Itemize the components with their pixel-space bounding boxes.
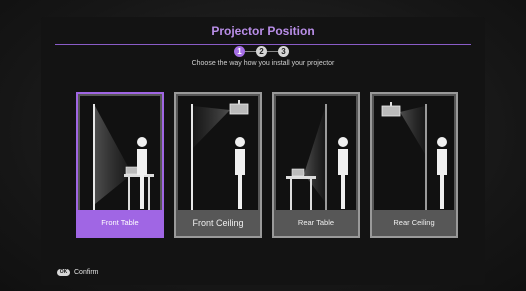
option-rear-ceiling[interactable]: Rear Ceiling [370,92,458,238]
confirm-label: Confirm [74,269,99,276]
rear-table-illustration [276,96,356,210]
option-front-table[interactable]: Front Table [76,92,164,238]
option-rear-table[interactable]: Rear Table [272,92,360,238]
option-label: Rear Table [297,218,335,227]
dialog-header: Projector Position [55,17,471,45]
option-label: Front Ceiling [192,218,244,228]
instruction-text: Choose the way how you install your proj… [191,60,335,67]
step-connector [267,51,278,52]
option-front-ceiling[interactable]: Front Ceiling [174,92,262,238]
dialog-title: Projector Position [211,24,315,38]
front-table-illustration [80,96,160,210]
step-indicator: 1 2 3 [41,46,485,58]
step-1-indicator: 1 [234,46,245,57]
step-2-indicator: 2 [256,46,267,57]
option-label: Rear Ceiling [393,218,435,227]
step-connector [245,51,256,52]
rear-ceiling-illustration [374,96,454,210]
front-ceiling-illustration [178,96,258,210]
ok-button-icon: OK [57,269,70,276]
option-label: Front Table [78,210,162,236]
step-3-indicator: 3 [278,46,289,57]
